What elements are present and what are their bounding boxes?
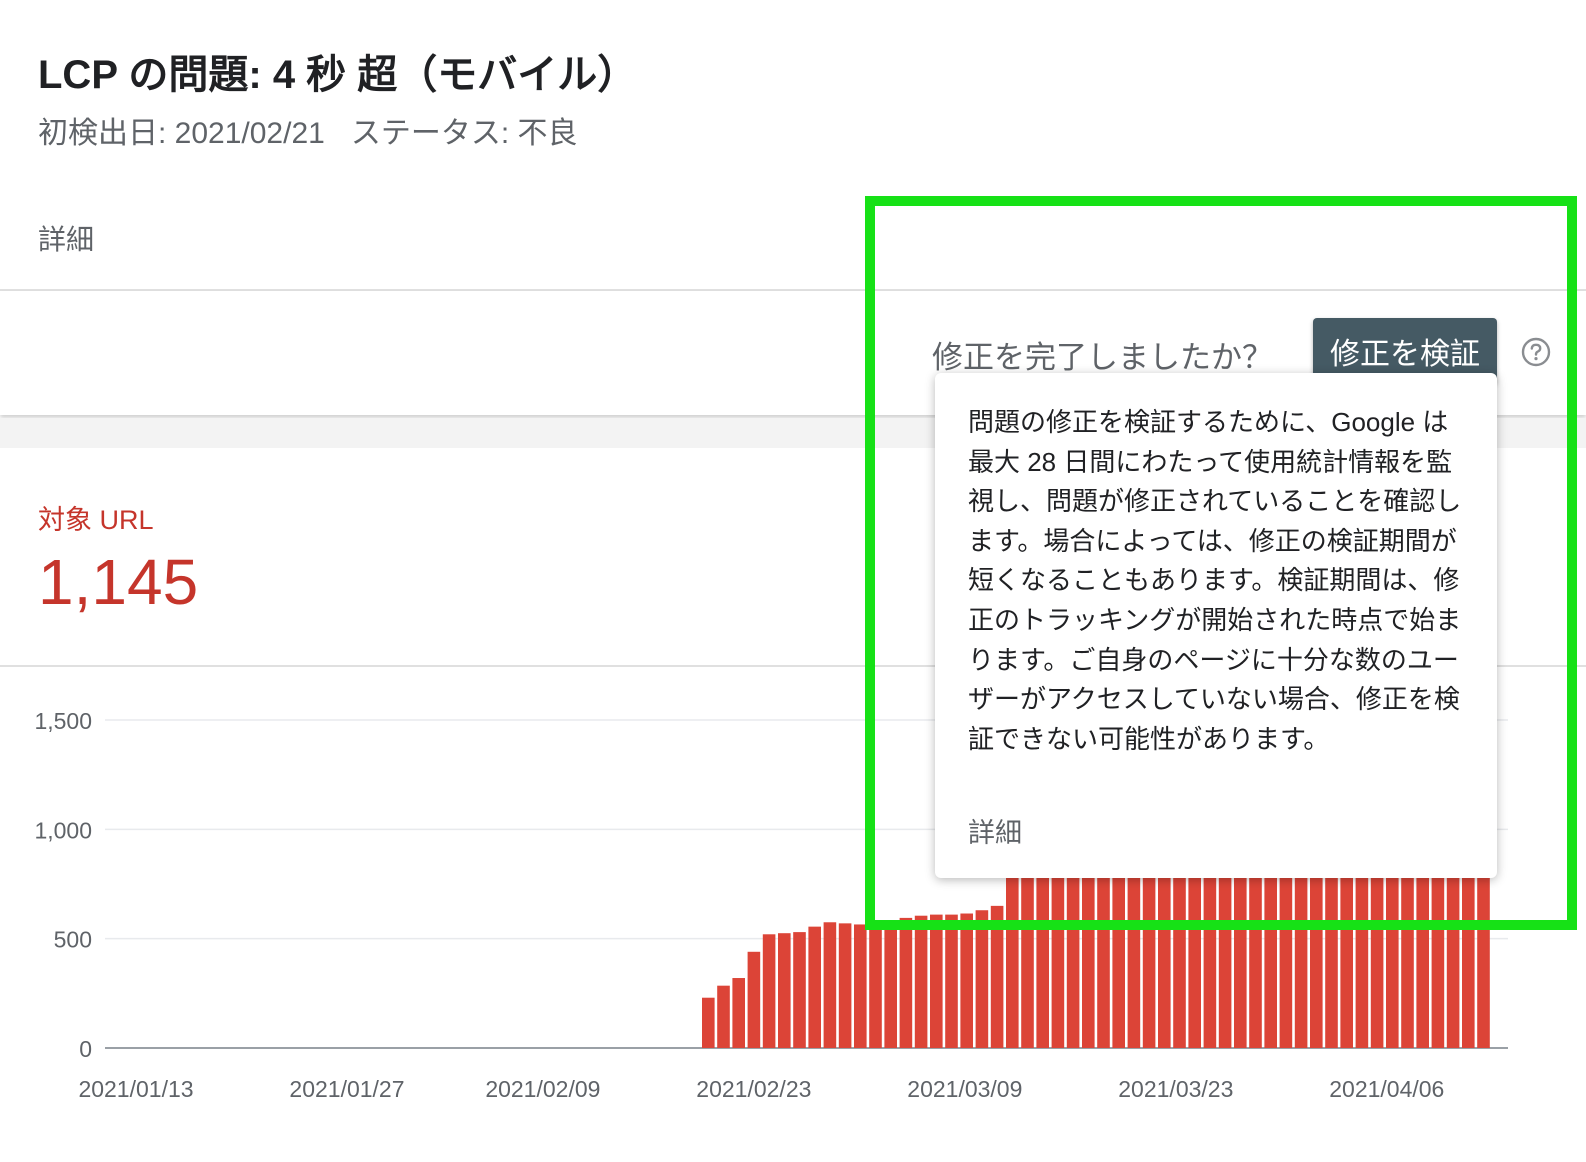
- chart-bar: [945, 914, 958, 1048]
- chart-bar: [823, 922, 837, 1048]
- chart-bar: [975, 910, 989, 1048]
- tooltip-text: 問題の修正を検証するために、Google は最大 28 日間にわたって使用統計情…: [968, 407, 1462, 754]
- chart-bar: [884, 921, 897, 1048]
- chart-bar: [838, 923, 852, 1048]
- chart-bar: [930, 914, 943, 1048]
- chart-bar: [869, 923, 882, 1048]
- y-tick-label: 500: [54, 927, 92, 953]
- metric-value: 1,145: [38, 546, 199, 618]
- y-tick-label: 0: [79, 1036, 92, 1062]
- validation-tooltip: 問題の修正を検証するために、Google は最大 28 日間にわたって使用統計情…: [935, 373, 1497, 878]
- chart-bar: [732, 978, 745, 1048]
- chart-bar: [702, 997, 715, 1048]
- x-tick-label: 2021/01/27: [289, 1076, 404, 1102]
- chart-bar: [762, 934, 776, 1048]
- chart-bar: [854, 924, 867, 1048]
- x-tick-label: 2021/02/23: [696, 1076, 811, 1102]
- chart-bar: [899, 917, 913, 1048]
- chart-bar: [914, 915, 928, 1048]
- tooltip-learn-more-link[interactable]: 詳細: [968, 811, 1022, 850]
- details-tab[interactable]: 詳細: [38, 218, 94, 258]
- x-tick-label: 2021/03/09: [907, 1076, 1022, 1102]
- status-label: ステータス: 不良: [350, 117, 578, 150]
- page-title: LCP の問題: 4 秒 超（モバイル）: [38, 53, 638, 97]
- chart-bar: [793, 932, 806, 1048]
- first-detected: 初検出日: 2021/02/21: [38, 117, 325, 150]
- help-circle-icon[interactable]: [1521, 337, 1551, 367]
- x-tick-label: 2021/01/13: [78, 1076, 193, 1102]
- chart-bar: [960, 913, 973, 1048]
- y-tick-label: 1,500: [34, 708, 92, 734]
- chart-bar: [717, 985, 730, 1048]
- chart-bar: [747, 951, 761, 1048]
- x-tick-label: 2021/04/06: [1329, 1076, 1444, 1102]
- validation-prompt: 修正を完了しましたか？: [932, 340, 1273, 375]
- x-tick-label: 2021/03/23: [1118, 1076, 1233, 1102]
- metric-label: 対象 URL: [38, 505, 154, 535]
- chart-bar: [778, 933, 791, 1048]
- y-tick-label: 1,000: [34, 817, 92, 843]
- chart-bar: [990, 905, 1004, 1048]
- x-tick-label: 2021/02/09: [485, 1076, 600, 1102]
- chart-bar: [808, 926, 821, 1048]
- issue-meta: 初検出日: 2021/02/21 ステータス: 不良: [38, 108, 578, 152]
